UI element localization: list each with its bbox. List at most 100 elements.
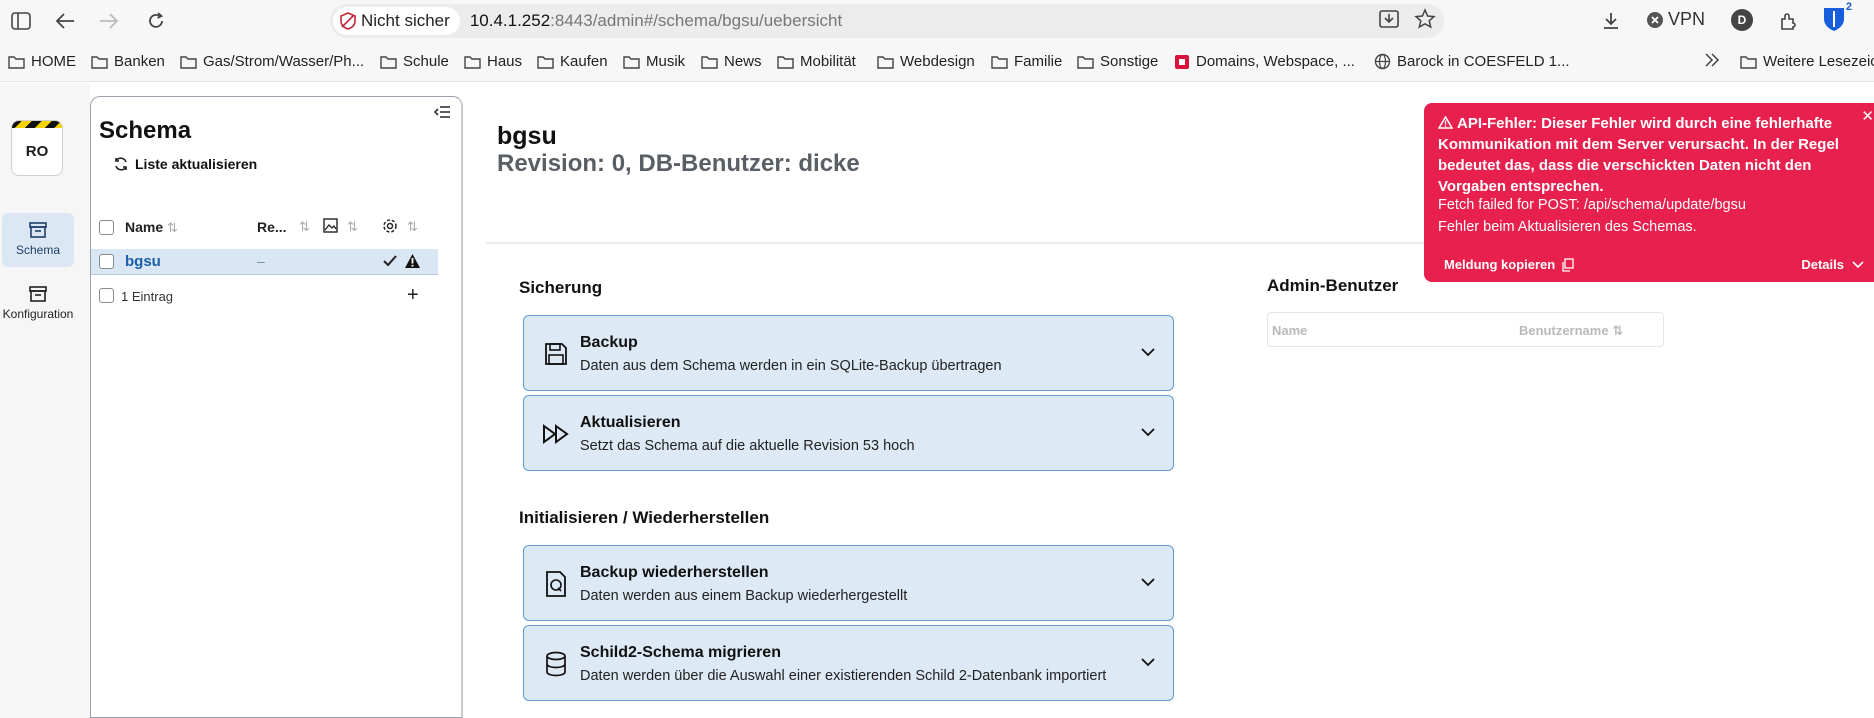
copy-message-button[interactable]: Meldung kopieren [1444, 257, 1574, 272]
app-sidebar [0, 83, 90, 718]
bitwarden-extension-icon[interactable]: 2 [1822, 1, 1852, 34]
error-detail-fetch: Fetch failed for POST: /api/schema/updat… [1438, 197, 1746, 213]
folder-icon [777, 55, 794, 69]
sidebar-toggle-icon[interactable] [8, 8, 34, 34]
row-checkbox[interactable] [99, 254, 114, 269]
schema-list-panel: Schema Liste aktualisieren Name ⇅ Re... … [90, 96, 463, 718]
folder-icon [1077, 55, 1094, 69]
sort-revision-icon[interactable]: ⇅ [299, 219, 310, 235]
browser-toolbar: Nicht sicher 10.4.1.252:8443/admin#/sche… [0, 0, 1874, 42]
save-disk-icon [542, 340, 570, 368]
security-label: Nicht sicher [361, 11, 450, 30]
nav-item-konfiguration[interactable]: Konfiguration [2, 277, 74, 331]
chevron-down-icon [1852, 260, 1864, 268]
bookmark-domains[interactable]: Domains, Webspace, ... [1174, 53, 1355, 70]
folder-icon [991, 55, 1008, 69]
column-revision[interactable]: Re... [257, 219, 287, 235]
collapse-panel-icon[interactable] [433, 105, 451, 124]
vpn-button[interactable]: VPN [1646, 9, 1705, 30]
bookmark-musik[interactable]: Musik [623, 53, 685, 70]
card-title: Backup wiederherstellen [580, 564, 769, 581]
settings-column-icon[interactable] [382, 218, 398, 237]
bookmark-haus[interactable]: Haus [464, 53, 522, 70]
bookmark-sonstige[interactable]: Sonstige [1077, 53, 1158, 70]
profile-avatar[interactable]: D [1731, 9, 1753, 31]
bookmark-mobilitaet[interactable]: Mobilität [777, 53, 856, 70]
details-button[interactable]: Details [1801, 257, 1864, 272]
page-title: bgsu [497, 122, 557, 150]
card-title: Schild2-Schema migrieren [580, 644, 781, 661]
column-admin-name[interactable]: Name [1272, 323, 1307, 338]
image-column-icon[interactable] [323, 218, 338, 236]
bookmarks-overflow-icon[interactable] [1704, 53, 1726, 67]
chevron-down-icon[interactable] [1141, 424, 1155, 442]
bookmark-star-icon[interactable] [1414, 8, 1436, 35]
backup-card[interactable]: Backup Daten aus dem Schema werden in ei… [523, 315, 1174, 391]
shield-warning-icon [340, 12, 356, 30]
close-icon[interactable]: ✕ [1861, 107, 1874, 125]
security-indicator[interactable]: Nicht sicher [333, 7, 460, 35]
schema-table-header: Name ⇅ Re... ⇅ ⇅ ⇅ [91, 209, 438, 245]
bookmark-gas-strom[interactable]: Gas/Strom/Wasser/Ph... [180, 53, 364, 70]
footer-checkbox[interactable] [99, 288, 114, 303]
bookmarks-bar: HOME Banken Gas/Strom/Wasser/Ph... Schul… [0, 42, 1874, 82]
chevron-down-icon[interactable] [1141, 654, 1155, 672]
select-all-checkbox[interactable] [99, 220, 114, 235]
section-heading-sicherung: Sicherung [519, 278, 603, 297]
error-detail-message: Fehler beim Aktualisieren des Schemas. [1438, 219, 1697, 235]
folder-icon [1740, 55, 1757, 69]
warning-icon [1437, 115, 1454, 129]
bookmark-weitere[interactable]: Weitere Lesezeic [1740, 53, 1874, 70]
back-icon[interactable] [52, 8, 78, 34]
column-name[interactable]: Name ⇅ [125, 219, 178, 236]
bookmark-schule[interactable]: Schule [380, 53, 449, 70]
restore-file-icon [542, 570, 570, 598]
entry-count: 1 Eintrag [121, 289, 174, 304]
bookmark-barock[interactable]: Barock in COESFELD 1... [1374, 53, 1570, 70]
migrate-schild2-card[interactable]: Schild2-Schema migrieren Daten werden üb… [523, 625, 1174, 701]
check-icon [383, 254, 397, 272]
warning-stripes [12, 121, 62, 128]
card-title: Backup [580, 334, 638, 351]
chevron-down-icon[interactable] [1141, 574, 1155, 592]
column-admin-username[interactable]: Benutzername ⇅ [1519, 323, 1623, 339]
sort-settings-icon[interactable]: ⇅ [407, 219, 418, 235]
url-text: 10.4.1.252:8443/admin#/schema/bgsu/ueber… [469, 11, 843, 30]
refresh-list-button[interactable]: Liste aktualisieren [113, 156, 257, 172]
address-bar[interactable]: Nicht sicher 10.4.1.252:8443/admin#/sche… [330, 4, 1444, 38]
forward-icon[interactable] [96, 8, 122, 34]
sort-image-icon[interactable]: ⇅ [347, 219, 358, 235]
schema-name: bgsu [125, 253, 161, 270]
admin-users-heading: Admin-Benutzer [1267, 276, 1399, 295]
add-schema-icon[interactable]: + [407, 284, 419, 307]
warning-icon [404, 253, 421, 274]
card-description: Daten werden über die Auswahl einer exis… [580, 668, 1107, 684]
folder-icon [701, 55, 718, 69]
admin-users-table-header: Name Benutzername ⇅ [1267, 312, 1664, 347]
site-favicon-icon [1175, 54, 1189, 69]
extensions-icon[interactable] [1775, 8, 1801, 34]
folder-icon [464, 55, 481, 69]
restore-backup-card[interactable]: Backup wiederherstellen Daten werden aus… [523, 545, 1174, 621]
reload-icon[interactable] [143, 8, 169, 34]
bookmark-news[interactable]: News [701, 53, 762, 70]
download-icon[interactable] [1598, 8, 1624, 34]
bookmark-kaufen[interactable]: Kaufen [537, 53, 608, 70]
fast-forward-icon [542, 420, 570, 448]
folder-icon [877, 55, 894, 69]
table-footer: 1 Eintrag + [91, 282, 438, 310]
page-subtitle: Revision: 0, DB-Benutzer: dicke [497, 150, 860, 177]
chevron-down-icon[interactable] [1141, 344, 1155, 362]
update-card[interactable]: Aktualisieren Setzt das Schema auf die a… [523, 395, 1174, 471]
card-description: Setzt das Schema auf die aktuelle Revisi… [580, 438, 915, 454]
card-title: Aktualisieren [580, 414, 681, 431]
archive-box-icon [29, 222, 47, 238]
bookmark-banken[interactable]: Banken [91, 53, 165, 70]
bookmark-webdesign[interactable]: Webdesign [877, 53, 975, 70]
bookmark-home[interactable]: HOME [8, 53, 76, 70]
error-heading: API-Fehler: Dieser Fehler wird durch ein… [1437, 115, 1839, 195]
install-app-icon[interactable] [1378, 8, 1400, 35]
table-row[interactable]: bgsu – [91, 249, 438, 275]
nav-item-schema[interactable]: Schema [2, 213, 74, 267]
bookmark-familie[interactable]: Familie [991, 53, 1062, 70]
